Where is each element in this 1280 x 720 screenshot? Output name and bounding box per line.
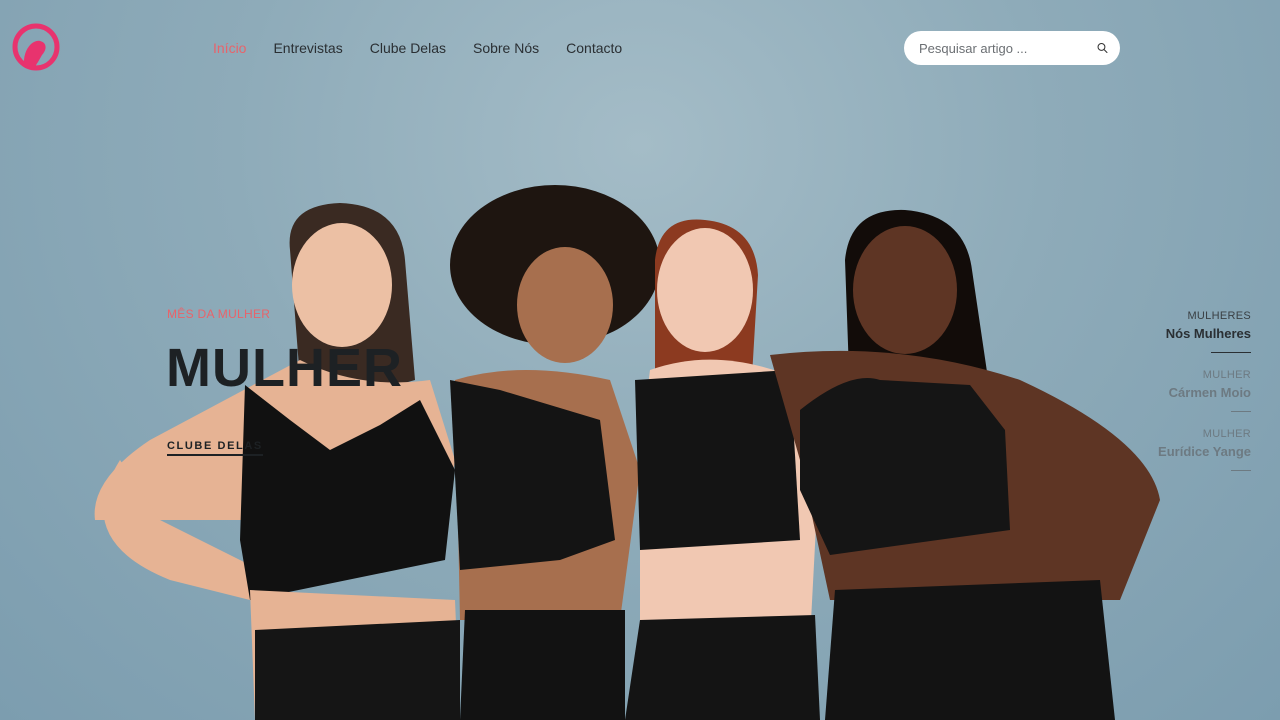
slide-category: MULHER <box>1202 369 1251 381</box>
search-icon[interactable] <box>1097 40 1108 56</box>
slide-item-euridice-yange[interactable]: MULHER Eurídice Yange <box>1091 428 1251 471</box>
nav-clube-delas[interactable]: Clube Delas <box>370 40 446 56</box>
slide-title: Eurídice Yange <box>1158 444 1251 459</box>
clube-delas-link[interactable]: CLUBE DELAS <box>167 440 263 456</box>
slider-navigation: MULHERES Nós Mulheres MULHER Cármen Moio… <box>1091 310 1251 487</box>
nav-sobre-nos[interactable]: Sobre Nós <box>473 40 539 56</box>
nav-contacto[interactable]: Contacto <box>566 40 622 56</box>
person-3 <box>625 219 820 720</box>
slide-item-carmen-moio[interactable]: MULHER Cármen Moio <box>1091 369 1251 412</box>
search-box <box>904 31 1120 65</box>
person-1 <box>94 203 460 720</box>
search-input[interactable] <box>917 39 1097 57</box>
slide-title: Nós Mulheres <box>1165 326 1251 341</box>
slide-indicator <box>1231 470 1251 471</box>
brand-logo[interactable] <box>11 22 61 72</box>
hero-kicker: MÊS DA MULHER <box>167 307 271 321</box>
main-nav: Início Entrevistas Clube Delas Sobre Nós… <box>213 40 622 56</box>
slide-item-nos-mulheres[interactable]: MULHERES Nós Mulheres <box>1091 310 1251 353</box>
nav-entrevistas[interactable]: Entrevistas <box>273 40 342 56</box>
person-2 <box>450 185 660 720</box>
slide-title: Cármen Moio <box>1168 385 1251 400</box>
slide-indicator <box>1211 352 1251 353</box>
slide-category: MULHERES <box>1187 310 1251 322</box>
nav-inicio[interactable]: Início <box>213 40 246 56</box>
slide-category: MULHER <box>1202 428 1251 440</box>
slide-indicator <box>1231 411 1251 412</box>
hero-title: MULHER <box>166 338 403 398</box>
